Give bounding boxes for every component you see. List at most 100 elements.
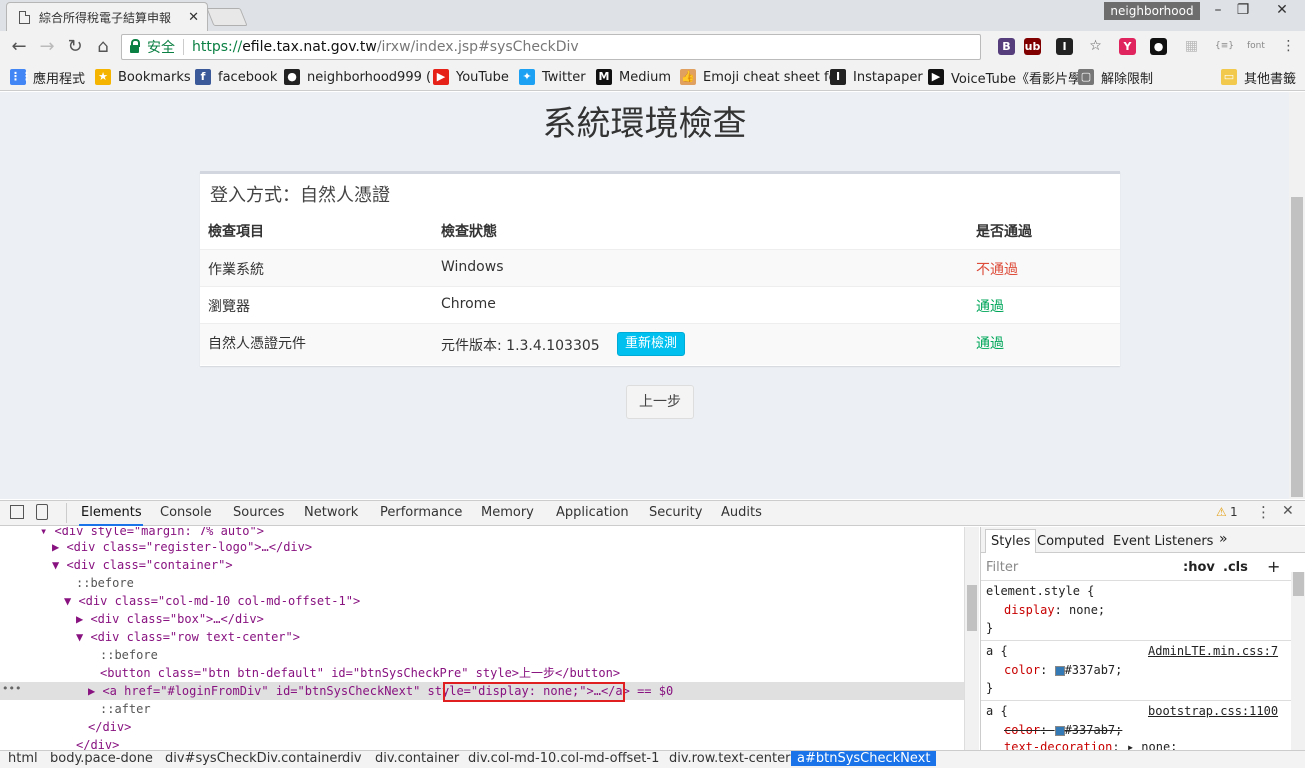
rule-source-link[interactable]: AdminLTE.min.css:7 <box>1148 642 1278 660</box>
warning-icon[interactable]: ⚠ <box>1216 505 1227 519</box>
dom-line[interactable]: ▼ <div class="col-md-10 col-md-offset-1"… <box>0 592 964 610</box>
ext-face-icon[interactable]: ● <box>1150 38 1167 55</box>
rule-declaration[interactable]: color: #337ab7; <box>1004 661 1122 679</box>
instapaper-icon: I <box>830 69 846 85</box>
devtools-menu-icon[interactable]: ⋮ <box>1256 503 1271 521</box>
color-swatch[interactable] <box>1054 665 1065 676</box>
bookmark-item[interactable]: ⋮⋮ 應用程式 <box>10 63 85 91</box>
device-toggle-icon[interactable] <box>36 504 48 520</box>
bookmark-item[interactable]: ▶ YouTube <box>433 63 509 91</box>
color-swatch[interactable] <box>1054 725 1065 736</box>
url-path: /irxw/index.jsp#sysCheckDiv <box>376 39 579 55</box>
previous-step-button[interactable]: 上一步 <box>626 385 694 419</box>
star-icon: ★ <box>95 69 111 85</box>
dom-line[interactable]: ▼ <div class="row text-center"> <box>0 628 964 646</box>
page-scrollbar[interactable] <box>1289 92 1305 499</box>
bookmark-item[interactable]: ▶ VoiceTube《看影片學 <box>928 63 1081 91</box>
rule-source-link[interactable]: bootstrap.css:1100 <box>1148 702 1278 720</box>
scrollbar-thumb[interactable] <box>967 585 977 631</box>
devtools-tab-sources[interactable]: Sources <box>233 505 284 520</box>
home-icon[interactable]: ⌂ <box>92 36 114 58</box>
breadcrumb-item[interactable]: div.col-md-10.col-md-offset-1 <box>468 751 659 766</box>
star-icon[interactable]: ☆ <box>1087 38 1104 55</box>
new-tab-button[interactable] <box>206 8 248 26</box>
breadcrumb-item[interactable]: div#sysCheckDiv.container <box>165 751 343 766</box>
breadcrumb-item[interactable]: a#btnSysCheckNext <box>791 751 937 766</box>
bootstrap-ext-icon[interactable]: B <box>998 38 1015 55</box>
dom-line-text: </div> <box>88 720 132 734</box>
bookmark-item[interactable]: ★ Bookmarks <box>95 63 191 91</box>
breadcrumb-item[interactable]: div.container <box>375 751 459 766</box>
menu-icon[interactable]: ⋮ <box>1280 38 1297 55</box>
devtools-tab-application[interactable]: Application <box>556 505 629 520</box>
hov-toggle[interactable]: :hov <box>1183 560 1215 575</box>
devtools-tab-elements[interactable]: Elements <box>81 505 142 520</box>
dom-line[interactable]: ▶ <div class="box">…</div> <box>0 610 964 628</box>
dom-line[interactable]: ▶ <div class="register-logo">…</div> <box>0 538 964 556</box>
devtools-tab-audits[interactable]: Audits <box>721 505 762 520</box>
instapaper-icon[interactable]: I <box>1056 38 1073 55</box>
bookmark-item[interactable]: ▭ 其他書籤 <box>1221 63 1296 91</box>
ublock-icon[interactable]: ub <box>1024 38 1041 55</box>
bookmark-item[interactable]: 👍 Emoji cheat sheet fo <box>680 63 837 91</box>
font-ext-icon[interactable]: font <box>1247 38 1265 55</box>
ellipsis-icon[interactable]: ••• <box>2 682 21 695</box>
bookmark-item[interactable]: ● neighborhood999 ( <box>284 63 431 91</box>
more-tabs-icon[interactable]: » <box>1219 531 1228 547</box>
dom-tree[interactable]: ▾ <div style="margin: 7% auto"> ▶ <div c… <box>0 527 964 750</box>
dom-line[interactable]: ::before <box>0 646 964 664</box>
restore-icon[interactable]: ❐ <box>1233 2 1253 18</box>
tab-computed[interactable]: Computed <box>1037 534 1105 549</box>
reload-icon[interactable]: ↻ <box>64 36 86 58</box>
forward-icon[interactable]: → <box>36 36 58 58</box>
tab-close-icon[interactable]: ✕ <box>188 10 199 25</box>
bookmark-item[interactable]: ✦ Twitter <box>519 63 586 91</box>
scrollbar-thumb[interactable] <box>1291 197 1303 497</box>
profile-badge[interactable]: neighborhood <box>1104 2 1200 20</box>
inspect-icon[interactable] <box>10 505 24 519</box>
bookmark-item[interactable]: f facebook <box>195 63 277 91</box>
devtools-tab-console[interactable]: Console <box>160 505 212 520</box>
devtools-tab-network[interactable]: Network <box>304 505 358 520</box>
scrollbar-thumb[interactable] <box>1293 572 1304 596</box>
dom-line[interactable]: </div> <box>0 736 964 750</box>
breadcrumb-item[interactable]: html <box>8 751 38 766</box>
back-icon[interactable]: ← <box>8 36 30 58</box>
devtools-tab-performance[interactable]: Performance <box>380 505 462 520</box>
bookmark-item[interactable]: I Instapaper <box>830 63 923 91</box>
devtools-tab-memory[interactable]: Memory <box>481 505 534 520</box>
add-rule-icon[interactable]: + <box>1267 557 1280 576</box>
json-ext-icon[interactable]: {≡} <box>1215 38 1234 55</box>
dom-line[interactable]: <button class="btn btn-default" id="btnS… <box>0 664 964 682</box>
document-icon <box>19 10 30 24</box>
dom-scrollbar[interactable] <box>964 527 979 750</box>
rule-declaration[interactable]: display: none; <box>1004 601 1105 619</box>
dom-line[interactable]: ▼ <div class="container"> <box>0 556 964 574</box>
bookmark-item[interactable]: M Medium <box>596 63 671 91</box>
breadcrumb-item[interactable]: div <box>342 751 362 766</box>
close-window-icon[interactable]: ✕ <box>1272 2 1292 18</box>
dom-line[interactable]: ::before <box>0 574 964 592</box>
styles-filter-input[interactable]: Filter <box>986 560 1018 575</box>
dom-line[interactable]: ::after <box>0 700 964 718</box>
minimize-icon[interactable]: – <box>1208 2 1228 18</box>
tab-event-listeners[interactable]: Event Listeners <box>1113 534 1213 549</box>
browser-tab[interactable]: 綜合所得稅電子結算申報 ✕ <box>6 2 208 31</box>
tab-styles[interactable]: Styles <box>985 529 1037 553</box>
ext-grid-icon[interactable]: ▦ <box>1183 38 1200 55</box>
dom-line[interactable]: </div> <box>0 718 964 736</box>
address-bar[interactable]: 安全 https:// efile.tax.nat.gov.tw /irxw/i… <box>121 34 981 60</box>
recheck-button[interactable]: 重新檢測 <box>617 332 685 356</box>
breadcrumb-item[interactable]: body.pace-done <box>50 751 153 766</box>
styles-scrollbar[interactable] <box>1291 572 1305 750</box>
devtools-tab-security[interactable]: Security <box>649 505 702 520</box>
cls-toggle[interactable]: .cls <box>1223 560 1248 575</box>
ext-red-icon[interactable]: Y <box>1119 38 1136 55</box>
facebook-icon: f <box>195 69 211 85</box>
rule-declaration-overridden[interactable]: color: #337ab7; <box>1004 721 1122 739</box>
rule-declaration[interactable]: text-decoration: ▸ none; <box>1004 738 1177 750</box>
youtube-icon: ▶ <box>433 69 449 85</box>
bookmark-item[interactable]: ▢ 解除限制 <box>1078 63 1153 91</box>
breadcrumb-item[interactable]: div.row.text-center <box>669 751 790 766</box>
devtools-close-icon[interactable]: ✕ <box>1282 503 1294 519</box>
